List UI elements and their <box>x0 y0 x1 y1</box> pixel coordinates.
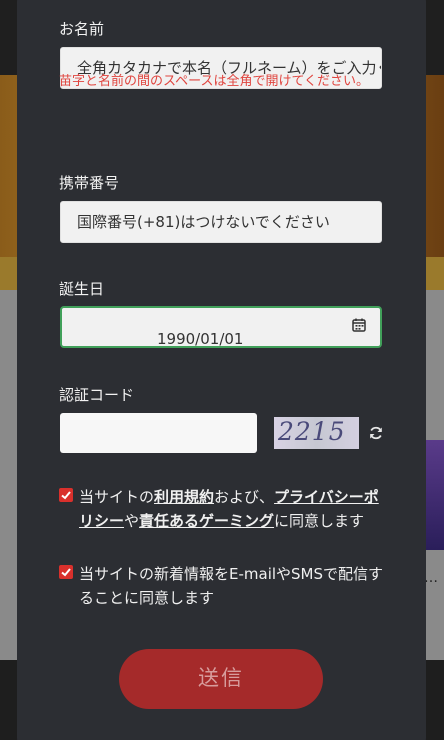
newsletter-text: 当サイトの新着情報をE-mailやSMSで配信することに同意します <box>79 565 384 607</box>
terms-mid2: や <box>124 512 140 530</box>
phone-input[interactable]: 国際番号(+81)はつけないでください <box>60 201 382 243</box>
checkbox-checked-icon <box>61 568 71 577</box>
terms-mid: および、 <box>214 488 275 506</box>
submit-button[interactable]: 送信 <box>119 649 323 709</box>
terms-suffix: に同意します <box>274 512 365 530</box>
name-hint: 苗字と名前の間のスペースは全角で開けてください。 <box>59 74 370 89</box>
captcha-text: 2215 <box>278 417 346 446</box>
name-label: お名前 <box>59 20 105 38</box>
birthday-value: 1990/01/01 <box>157 330 244 348</box>
birthday-label: 誕生日 <box>59 280 105 298</box>
terms-agreement: 当サイトの利用規約および、プライバシーポリシーや責任あるゲーミングに同意します <box>59 485 389 557</box>
phone-label: 携帯番号 <box>59 174 120 192</box>
responsible-gaming-link[interactable]: 責任あるゲーミング <box>139 512 274 530</box>
terms-checkbox[interactable] <box>59 488 73 502</box>
newsletter-agreement: 当サイトの新着情報をE-mailやSMSで配信することに同意します <box>59 562 389 610</box>
registration-modal: お名前 全角カタカナで本名（フルネーム）をご入力ください 苗字と名前の間のスペー… <box>17 0 426 740</box>
verification-code-input[interactable] <box>60 413 257 453</box>
code-label: 認証コード <box>59 386 135 404</box>
refresh-icon[interactable] <box>368 425 384 441</box>
calendar-icon[interactable] <box>352 318 366 332</box>
checkbox-checked-icon <box>61 491 71 500</box>
terms-link[interactable]: 利用規約 <box>154 488 214 506</box>
more-icon: … <box>424 570 438 586</box>
terms-prefix: 当サイトの <box>79 488 155 506</box>
terms-text: 当サイトの利用規約および、プライバシーポリシーや責任あるゲーミングに同意します <box>79 485 389 533</box>
newsletter-checkbox[interactable] <box>59 565 73 579</box>
birthday-input[interactable]: 1990/01/01 <box>60 306 382 348</box>
captcha-image: 2215 <box>274 417 359 449</box>
